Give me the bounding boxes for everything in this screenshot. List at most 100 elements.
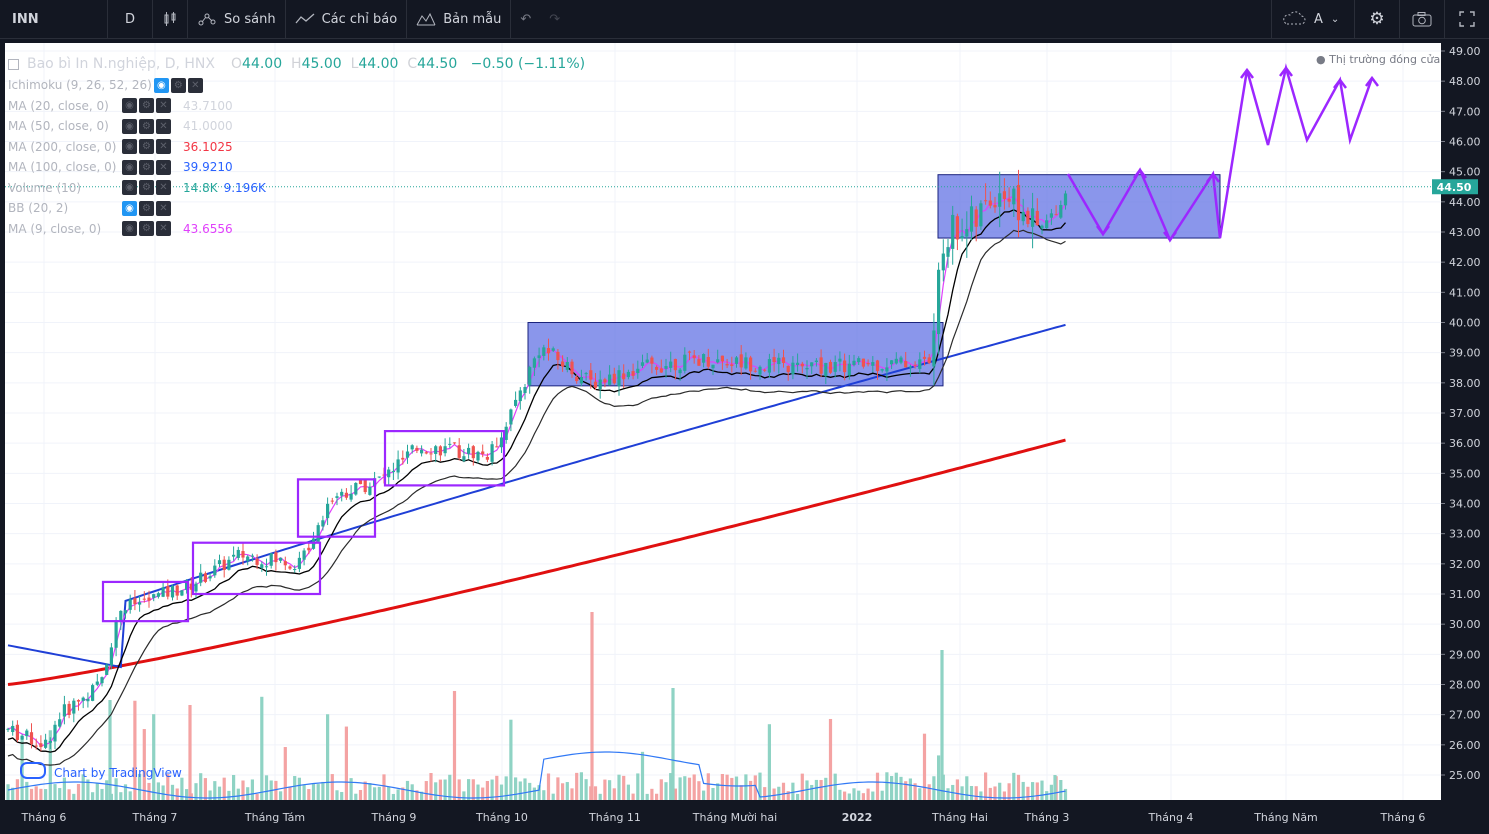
volume-bar	[749, 780, 753, 800]
candle-body	[424, 452, 428, 454]
candle-body	[1031, 208, 1035, 227]
indicator-row[interactable]: MA (50, close, 0) ◉ ⚙ ✕ 41.0000	[8, 116, 585, 137]
candle-body	[142, 598, 146, 600]
eye-icon[interactable]: ◉	[122, 200, 137, 216]
candle-body	[199, 572, 203, 583]
volume-bar	[937, 755, 941, 800]
candle-body	[739, 354, 743, 368]
undo-button[interactable]: ↶	[510, 0, 540, 38]
candle-body	[518, 390, 522, 402]
candle-body	[161, 587, 165, 597]
indicator-name: MA (200, close, 0)	[8, 139, 117, 154]
settings-icon[interactable]: ⚙	[139, 159, 154, 175]
eye-icon[interactable]: ◉	[122, 221, 137, 237]
volume-bar	[335, 790, 339, 800]
candle-body	[941, 253, 945, 271]
fullscreen-button[interactable]	[1444, 0, 1489, 38]
close-icon[interactable]: ✕	[156, 159, 171, 175]
eye-icon[interactable]: ◉	[122, 180, 137, 196]
compare-button[interactable]: So sánh	[187, 0, 285, 38]
candle-body	[274, 552, 278, 563]
tradingview-watermark[interactable]: Chart by TradingView	[20, 762, 182, 780]
settings-icon[interactable]: ⚙	[139, 139, 154, 155]
eye-icon[interactable]: ◉	[122, 139, 137, 155]
volume-bar	[838, 789, 842, 800]
collapse-toggle[interactable]	[8, 58, 19, 70]
settings-icon[interactable]: ⚙	[139, 200, 154, 216]
candle-body	[91, 685, 95, 701]
templates-label: Bản mẫu	[443, 11, 502, 27]
candle-body	[133, 598, 137, 604]
volume-bar	[922, 733, 927, 800]
eye-icon[interactable]: ◉	[122, 159, 137, 175]
auto-label: A	[1314, 11, 1323, 27]
volume-bar	[6, 784, 10, 800]
volume-bar	[546, 773, 551, 800]
y-tick-label: 37.00	[1449, 407, 1481, 420]
close-icon[interactable]: ✕	[156, 221, 171, 237]
volume-bar	[579, 772, 583, 800]
volume-bar	[603, 779, 607, 800]
volume-bar	[185, 789, 189, 800]
candle-body	[166, 586, 170, 597]
volume-bar	[288, 786, 292, 800]
candle-body	[1035, 210, 1039, 226]
eye-icon[interactable]: ◉	[122, 98, 137, 114]
volume-bar	[387, 786, 391, 800]
settings-icon[interactable]: ⚙	[139, 118, 154, 134]
volume-bar	[363, 781, 367, 800]
legend-title-row: Bao bì In N.nghiệp, D, HNX O44.00 H45.00…	[8, 53, 585, 75]
indicator-row[interactable]: MA (100, close, 0) ◉ ⚙ ✕ 39.9210	[8, 157, 585, 178]
eye-icon[interactable]: ◉	[153, 77, 169, 93]
candle-body	[326, 503, 330, 519]
close-icon[interactable]: ✕	[156, 200, 171, 216]
candle-body	[542, 347, 546, 356]
redo-button[interactable]: ↷	[540, 0, 569, 38]
alert-button[interactable]: A ⌄	[1271, 0, 1354, 38]
snapshot-button[interactable]	[1399, 0, 1444, 38]
eye-icon[interactable]: ◉	[122, 118, 137, 134]
y-tick-label: 25.00	[1449, 769, 1481, 782]
candle-body	[927, 357, 931, 364]
volume-bar	[946, 788, 950, 800]
indicator-row[interactable]: MA (20, close, 0) ◉ ⚙ ✕ 43.7100	[8, 96, 585, 117]
close-icon[interactable]: ✕	[156, 118, 171, 134]
candle-body	[156, 593, 160, 597]
templates-button[interactable]: Bản mẫu	[406, 0, 510, 38]
settings-icon[interactable]: ⚙	[170, 77, 186, 93]
settings-icon[interactable]: ⚙	[139, 180, 154, 196]
settings-button[interactable]: ⚙	[1354, 0, 1399, 38]
chart-type-button[interactable]	[152, 0, 187, 38]
volume-bar	[965, 776, 969, 800]
settings-icon[interactable]: ⚙	[139, 221, 154, 237]
indicator-row[interactable]: MA (9, close, 0) ◉ ⚙ ✕ 43.6556	[8, 219, 585, 240]
volume-bar	[861, 793, 865, 800]
candle-body	[1059, 204, 1063, 218]
symbol-search[interactable]: INN	[0, 0, 107, 38]
indicator-row[interactable]: MA (200, close, 0) ◉ ⚙ ✕ 36.1025	[8, 137, 585, 158]
indicators-button[interactable]: Các chỉ báo	[284, 0, 407, 38]
volume-bar	[960, 786, 964, 800]
volume-bar	[561, 783, 565, 800]
volume-bar	[955, 779, 959, 800]
candle-body	[363, 480, 367, 493]
candle-body	[847, 363, 851, 376]
candle-body	[758, 366, 762, 375]
close-icon[interactable]: ✕	[156, 98, 171, 114]
candle-body	[48, 740, 52, 743]
candle-body	[180, 590, 184, 596]
indicator-row[interactable]: Ichimoku (9, 26, 52, 26) ◉ ⚙ ✕	[8, 75, 585, 96]
indicator-row[interactable]: Volume (10) ◉ ⚙ ✕ 14.8K 9.196K	[8, 178, 585, 199]
close-icon[interactable]: ✕	[187, 77, 203, 93]
interval-button[interactable]: D	[107, 0, 152, 38]
close-icon[interactable]: ✕	[156, 180, 171, 196]
volume-bar-peak	[590, 612, 594, 800]
volume-bar	[702, 790, 706, 800]
volume-bar	[847, 793, 851, 800]
indicator-list: Ichimoku (9, 26, 52, 26) ◉ ⚙ ✕ MA (20, close…	[8, 75, 585, 239]
close-icon[interactable]: ✕	[156, 139, 171, 155]
settings-icon[interactable]: ⚙	[139, 98, 154, 114]
volume-bar	[1012, 772, 1016, 800]
volume-bar	[824, 777, 828, 800]
indicator-row[interactable]: BB (20, 2) ◉ ⚙ ✕	[8, 198, 585, 219]
